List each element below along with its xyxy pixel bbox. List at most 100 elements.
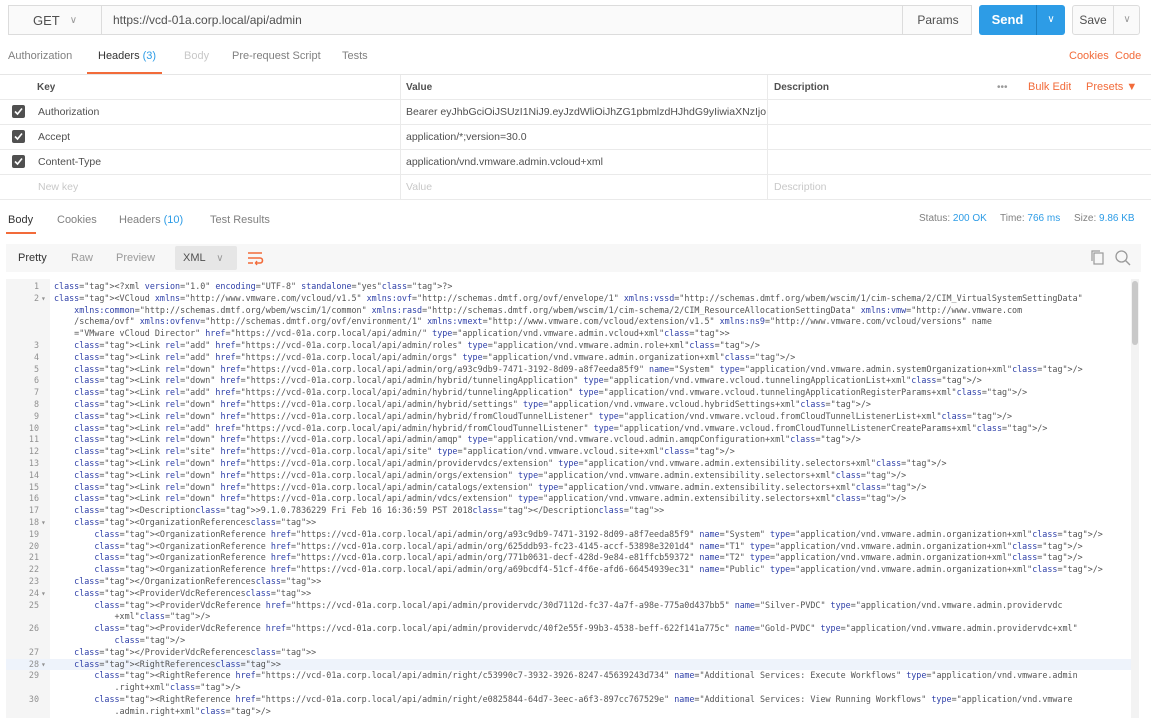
code-text: xmlns:common="http://schemas.dmtf.org/wb… [74,304,1023,315]
header-enabled-checkbox[interactable] [12,130,25,143]
line-number: 27 [28,646,39,657]
status-readout: Status: 200 OK [919,213,987,224]
response-tab-cookies[interactable]: Cookies [57,214,97,226]
response-body-editor[interactable]: 1 class="tag"><?xml version="1.0" encodin… [6,279,1131,718]
header-row: Content-Type application/vnd.vmware.admi… [0,150,1151,175]
code-line: 22 class="tag"><OrganizationReference hr… [6,564,1131,576]
url-input[interactable]: https://vcd-01a.corp.local/api/admin [113,6,302,34]
tab-tests[interactable]: Tests [342,50,368,70]
line-number: 12 [28,446,39,457]
params-button[interactable]: Params [902,6,973,34]
code-line: 27 class="tag"></ProviderVdcReferencescl… [6,647,1131,659]
line-number: 6 [33,375,39,386]
code-line: 29 class="tag"><RightReference href="htt… [6,670,1131,682]
line-number: 5 [33,363,39,374]
header-key[interactable]: Content-Type [38,150,101,174]
line-number: 29 [28,670,39,681]
more-icon[interactable]: ••• [997,75,1008,99]
code-text: +xml"class="tag">/> [54,611,211,622]
line-number: 26 [28,623,39,634]
chevron-down-icon: ∨ [69,14,78,26]
line-number: 11 [28,434,39,445]
code-text: .right+xml"class="tag">/> [54,682,241,693]
size-readout: Size: 9.86 KB [1074,213,1135,224]
header-value[interactable]: Bearer eyJhbGciOiJSUzI1NiJ9.eyJzdWliOiJh… [406,100,766,124]
language-label: XML [183,252,206,264]
code-line: 23 class="tag"></OrganizationReferencesc… [6,576,1131,588]
header-enabled-checkbox[interactable] [12,155,25,168]
code-text: class="tag"><Link rel="down" href="https… [74,469,907,480]
presets-dropdown[interactable]: Presets ▼ [1086,75,1137,99]
bulk-edit-link[interactable]: Bulk Edit [1028,75,1071,99]
code-text: class="tag"><Link rel="down" href="https… [74,481,927,492]
code-text: class="tag"><OrganizationReference href=… [94,540,1083,551]
code-line: 6 class="tag"><Link rel="down" href="htt… [6,375,1131,387]
preview-button[interactable]: Preview [116,244,155,272]
save-button[interactable]: Save ∨ [1072,5,1140,35]
new-key-input[interactable]: New key [38,175,78,199]
line-number: 21 [28,552,39,563]
tab-body[interactable]: Body [184,50,209,70]
code-line: class="tag">/> [6,635,1131,647]
fold-toggle-icon[interactable]: ▾ [41,293,46,305]
code-line: /schema/ovf" xmlns:ovfenv="http://schema… [6,316,1131,328]
send-label: Send [991,12,1024,27]
response-tab-test-results[interactable]: Test Results [210,214,270,226]
code-text: class="tag"><OrganizationReference href=… [94,528,1103,539]
tab-prerequest-script[interactable]: Pre-request Script [232,50,321,70]
cookies-link[interactable]: Cookies [1069,50,1109,70]
header-key[interactable]: Accept [38,125,70,149]
response-tab-headers[interactable]: Headers (10) [119,214,183,226]
save-dropdown-icon[interactable]: ∨ [1114,6,1140,34]
new-description-input[interactable]: Description [774,175,827,199]
header-key[interactable]: Authorization [38,100,99,124]
scrollbar-thumb[interactable] [1132,281,1138,345]
code-text: class="tag"><RightReferencesclass="tag">… [74,658,281,669]
col-key: Key [37,81,56,93]
chevron-down-icon: ∨ [216,253,224,264]
send-button[interactable]: Send ∨ [979,5,1065,35]
code-line: 15 class="tag"><Link rel="down" href="ht… [6,482,1131,494]
tab-authorization[interactable]: Authorization [8,50,72,70]
status-label: Status: [919,213,951,224]
language-select[interactable]: XML ∨ [175,246,237,270]
fold-toggle-icon[interactable]: ▾ [41,659,46,671]
code-line: 20 class="tag"><OrganizationReference hr… [6,541,1131,553]
response-tab-body[interactable]: Body [8,214,33,226]
code-text: class="tag"><Link rel="add" href="https:… [74,387,1028,398]
col-description: Description [774,81,830,93]
tab-headers-label: Headers [98,50,140,62]
method-label: GET [33,12,60,28]
header-enabled-checkbox[interactable] [12,105,25,118]
code-text: class="tag"><Link rel="down" href="https… [74,458,947,468]
raw-button[interactable]: Raw [71,244,93,272]
fold-toggle-icon[interactable]: ▾ [41,517,46,529]
size-label: Size: [1074,213,1097,224]
tab-headers[interactable]: Headers (3) [98,50,156,70]
code-line: ="VMware vCloud Director" href="https://… [6,328,1131,340]
code-line: .admin.right+xml"class="tag">/> [6,706,1131,718]
send-dropdown-icon[interactable]: ∨ [1037,5,1065,35]
code-text: class="tag"></OrganizationReferencesclas… [74,576,322,586]
code-text: class="tag"><?xml version="1.0" encoding… [54,281,453,291]
method-select[interactable]: GET ∨ [9,6,102,34]
code-line: 5 class="tag"><Link rel="down" href="htt… [6,364,1131,376]
search-icon[interactable] [1114,249,1132,267]
code-line: 14 class="tag"><Link rel="down" href="ht… [6,470,1131,482]
copy-icon[interactable] [1090,249,1106,267]
code-line: 10 class="tag"><Link rel="add" href="htt… [6,423,1131,435]
code-link[interactable]: Code [1115,50,1141,70]
code-text: ="VMware vCloud Director" href="https://… [54,328,730,339]
pretty-button[interactable]: Pretty [18,244,47,272]
code-line: 17 class="tag"><Descriptionclass="tag">>… [6,505,1131,517]
new-value-input[interactable]: Value [406,175,432,199]
fold-toggle-icon[interactable]: ▾ [41,588,46,600]
code-text: class="tag"><Link rel="down" href="https… [74,399,871,409]
header-value[interactable]: application/*;version=30.0 [406,125,527,149]
code-text: class="tag"><OrganizationReference href=… [94,564,1103,575]
wrap-lines-icon[interactable] [243,246,267,270]
code-text: class="tag"><OrganizationReference href=… [94,552,1083,563]
header-value[interactable]: application/vnd.vmware.admin.vcloud+xml [406,150,603,174]
code-line: 30 class="tag"><RightReference href="htt… [6,694,1131,706]
line-number: 3 [33,340,39,350]
